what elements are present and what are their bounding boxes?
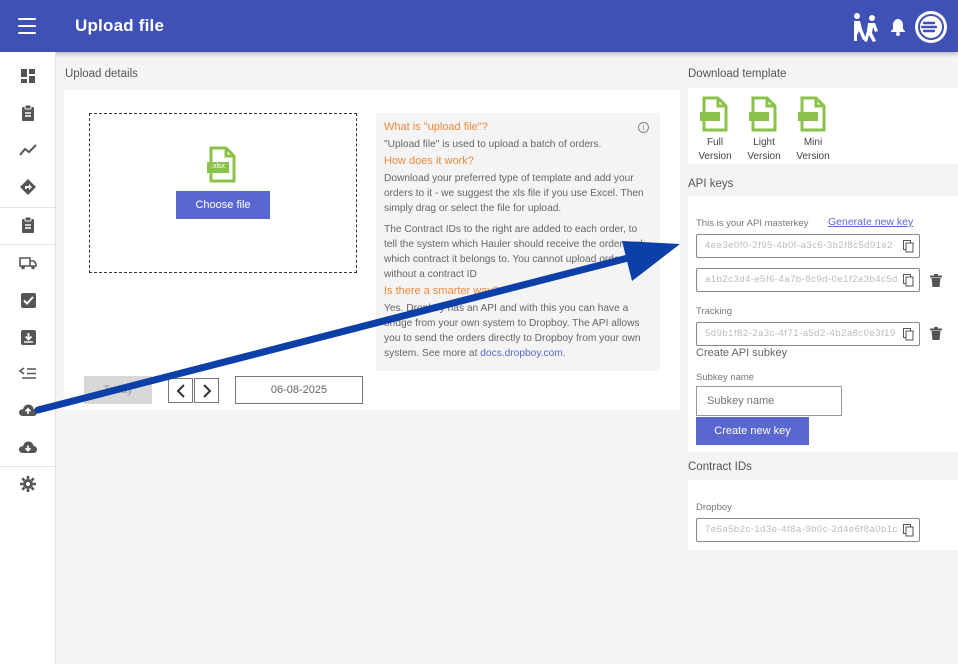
help-answer-contract: The Contract IDs to the right are added … [384, 224, 643, 280]
sidebar-item-approved[interactable] [0, 282, 56, 318]
chevron-left-icon [176, 383, 185, 398]
check-badge-icon [20, 292, 36, 308]
dropboy-contract-label: Dropboy [696, 502, 732, 513]
cloud-download-icon [19, 441, 37, 453]
generate-new-key-link[interactable]: Generate new key [828, 216, 913, 228]
help-question-how: How does it work? [384, 155, 474, 167]
create-new-key-button[interactable]: Create new key [696, 417, 809, 445]
truck-icon [19, 257, 37, 270]
trash-icon[interactable] [930, 274, 942, 287]
page-title: Upload file [75, 16, 165, 35]
date-field[interactable]: 06-08-2025 [235, 376, 363, 404]
gear-icon [20, 476, 36, 492]
trash-icon[interactable] [930, 327, 942, 340]
template-mini-line1: Mini [803, 137, 823, 148]
sidebar-item-upload[interactable] [0, 392, 56, 428]
tracking-key-field[interactable]: 5d9b1f82-2a3c-4f71-a5d2-4b2a8c0e3f19 [696, 322, 920, 346]
api-keys-label: API keys [688, 178, 734, 190]
xlsx-file-ext: .xlsx [211, 163, 225, 170]
sidebar-item-orders[interactable] [0, 95, 56, 131]
dashboard-icon [21, 69, 35, 83]
cloud-upload-icon [19, 404, 37, 416]
menu-icon[interactable] [18, 18, 36, 34]
sidebar-item-download[interactable] [0, 429, 56, 465]
person-running-icon[interactable] [848, 11, 882, 43]
copy-icon[interactable] [903, 274, 914, 287]
next-day-button[interactable] [194, 378, 219, 403]
template-mini-line2: Version [796, 151, 830, 162]
sidebar [0, 52, 56, 664]
copy-icon[interactable] [903, 240, 914, 253]
copy-icon[interactable] [903, 524, 914, 537]
api-secondary-key-field[interactable]: a1b2c3d4-e5f6-4a7b-8c9d-0e1f2a3b4c5d [696, 268, 920, 292]
dropboy-contract-field[interactable]: 7e6a5b2c-1d3e-4f8a-9b0c-2d4e6f8a0b1c [696, 518, 920, 542]
xlsx-file-icon [700, 96, 728, 132]
sidebar-item-settings[interactable] [0, 466, 56, 502]
sidebar-item-directions[interactable] [0, 169, 56, 205]
sidebar-item-statistics[interactable] [0, 132, 56, 168]
subkey-name-input[interactable] [696, 386, 842, 416]
create-api-subkey-title: Create API subkey [696, 347, 788, 359]
api-masterkey-label: This is your API masterkey [696, 218, 809, 229]
help-answer-what: "Upload file" is used to upload a batch … [384, 139, 602, 150]
info-icon[interactable]: i [638, 122, 649, 133]
download-template-label: Download template [688, 68, 787, 80]
top-app-bar: Upload file [0, 0, 958, 52]
avatar[interactable] [914, 10, 948, 44]
sidebar-item-dashboard[interactable] [0, 58, 56, 94]
upload-details-label: Upload details [65, 68, 138, 80]
clipboard-icon [22, 216, 34, 233]
tracking-label: Tracking [696, 306, 733, 317]
api-masterkey-field[interactable]: 4ee3e0f0-2f95-4b0f-a3c6-3b2f8c5d91e2 [696, 234, 920, 258]
docs-link[interactable]: docs.dropboy.com [480, 348, 562, 359]
checklist-icon [19, 366, 36, 379]
directions-icon [20, 179, 36, 195]
clipboard-icon [22, 104, 34, 121]
chevron-right-icon [202, 383, 211, 398]
template-mini-version[interactable]: Mini Version [783, 96, 843, 164]
trend-line-icon [19, 144, 37, 156]
help-answer-how: Download your preferred type of template… [384, 173, 644, 214]
help-question-smarter: Is there a smarter way? [384, 285, 499, 297]
contract-ids-label: Contract IDs [688, 461, 752, 473]
copy-icon[interactable] [903, 328, 914, 341]
sidebar-item-inbox[interactable] [0, 319, 56, 355]
help-question-what: What is "upload file"? [384, 121, 488, 133]
sidebar-item-list[interactable] [0, 355, 56, 391]
xlsx-file-icon [798, 96, 826, 132]
previous-day-button[interactable] [168, 378, 193, 403]
choose-file-button[interactable]: Choose file [176, 191, 270, 219]
sidebar-item-vehicles[interactable] [0, 245, 56, 281]
today-button[interactable]: Today [84, 376, 152, 404]
help-info-box: i What is "upload file"? "Upload file" i… [376, 113, 660, 371]
subkey-name-label: Subkey name [696, 372, 755, 383]
bell-icon[interactable] [890, 18, 906, 36]
inbox-download-icon [20, 329, 36, 345]
sidebar-item-tasks[interactable] [0, 207, 56, 243]
xlsx-file-icon [749, 96, 777, 132]
